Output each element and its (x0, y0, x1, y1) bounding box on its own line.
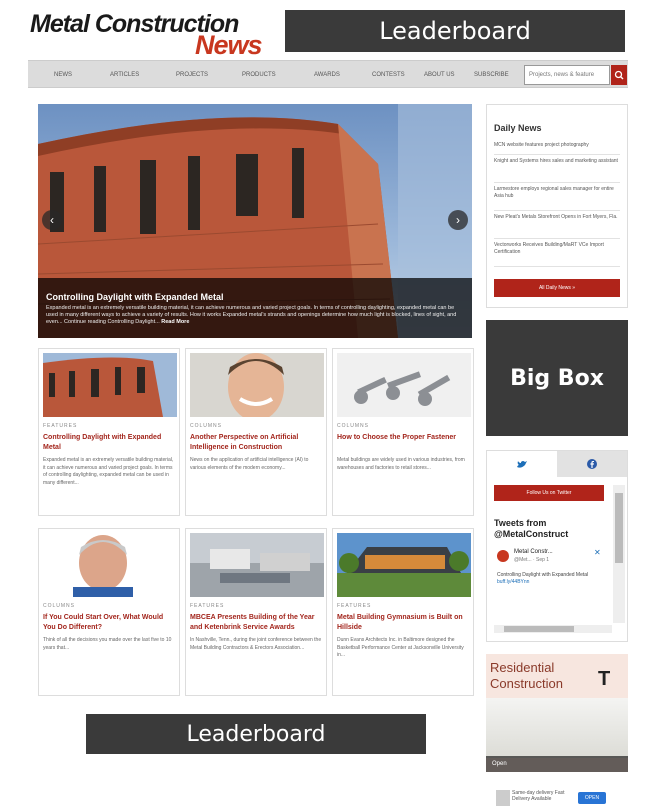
follow-twitter-button[interactable]: Follow Us on Twitter (494, 485, 604, 501)
article-category[interactable]: FEATURES (190, 603, 224, 609)
chevron-left-icon: ‹ (50, 213, 54, 227)
tweet-body: Controlling Daylight with Expanded Metal (497, 572, 589, 578)
logo-line-2: News (195, 30, 263, 60)
slider-next-button[interactable]: › (448, 210, 468, 230)
tweets-heading-line-2[interactable]: @MetalConstruct (494, 529, 568, 540)
big-box-ad[interactable]: Big Box (486, 320, 628, 436)
article-category[interactable]: FEATURES (337, 603, 371, 609)
nav-articles[interactable]: ARTICLES (110, 61, 139, 89)
article-image[interactable] (43, 353, 177, 417)
ad-logo-icon: T (598, 668, 611, 690)
leaderboard-ad-bottom[interactable]: Leaderboard (86, 714, 426, 754)
daily-news-item[interactable]: Larmestore employs regional sales manage… (494, 183, 620, 211)
tweet-author[interactable]: Metal Constr... (514, 549, 553, 555)
article-category[interactable]: COLUMNS (190, 423, 222, 429)
tweet-link[interactable]: buff.ly/44BYnn (497, 579, 593, 586)
ad-title-line-1: Residential (490, 660, 555, 675)
leaderboard-ad-top[interactable]: Leaderboard (285, 10, 625, 52)
hero-text: Expanded metal is an extremely versatile… (46, 305, 464, 326)
article-title[interactable]: Metal Building Gymnasium is Built on Hil… (337, 613, 469, 633)
article-card[interactable]: COLUMNS Another Perspective on Artificia… (185, 348, 327, 516)
article-category[interactable]: COLUMNS (43, 603, 75, 609)
vertical-scrollbar[interactable] (613, 485, 625, 623)
tab-twitter[interactable] (487, 451, 557, 477)
facebook-icon (587, 459, 597, 469)
article-card[interactable]: FEATURES MBCEA Presents Building of the … (185, 528, 327, 696)
daily-news-item[interactable]: Knight and Systems hires sales and marke… (494, 155, 620, 183)
article-title[interactable]: Another Perspective on Artificial Intell… (190, 433, 322, 453)
small-ad-button[interactable]: OPEN (578, 792, 606, 804)
all-daily-news-button[interactable]: All Daily News » (494, 279, 620, 297)
search-icon (614, 70, 624, 80)
tweet-handle: @Met... · Sep 1 (514, 557, 550, 563)
ad-open-button[interactable]: Open (486, 756, 628, 772)
search-input[interactable]: Projects, news & feature (524, 65, 610, 85)
daily-news-heading: Daily News (494, 123, 542, 133)
tweet-card[interactable]: Metal Constr... @Met... · Sep 1 ✕ Contro… (494, 546, 602, 616)
bird-icon (517, 461, 527, 468)
search-button[interactable] (611, 65, 627, 85)
nav-subscribe[interactable]: SUBSCRIBE (474, 61, 509, 89)
small-ad-text: Same-day delivery Fast Delivery Availabl… (512, 790, 565, 802)
article-image[interactable] (337, 533, 471, 597)
article-excerpt: Expanded metal is an extremely versatile… (43, 457, 174, 486)
article-image[interactable] (43, 533, 177, 597)
daily-news-widget: Daily News MCN website features project … (486, 104, 628, 308)
nav-news[interactable]: NEWS (54, 61, 72, 89)
nav-awards[interactable]: AWARDS (314, 61, 340, 89)
article-excerpt: News on the application of artificial in… (190, 457, 309, 471)
horizontal-scrollbar[interactable] (494, 625, 612, 633)
article-card[interactable]: COLUMNS If You Could Start Over, What Wo… (38, 528, 180, 696)
article-image[interactable] (190, 533, 324, 597)
social-tabs (487, 451, 627, 477)
article-title[interactable]: If You Could Start Over, What Would You … (43, 613, 175, 633)
daily-news-item[interactable]: New Pleat's Metals Storefront Opens in F… (494, 211, 620, 239)
article-image[interactable] (337, 353, 471, 417)
daily-news-item[interactable]: MCN website features project photography (494, 139, 620, 155)
article-excerpt: Dunn Evans Architects Inc. in Baltimore … (337, 637, 464, 658)
article-category[interactable]: FEATURES (43, 423, 77, 429)
hero-excerpt: Expanded metal is an extremely versatile… (46, 305, 457, 325)
avatar[interactable] (497, 550, 509, 562)
nav-about-us[interactable]: ABOUT US (424, 61, 455, 89)
residential-construction-ad[interactable]: Residential Construction T Open (486, 654, 628, 772)
tweets-heading-line-1: Tweets from (494, 518, 547, 528)
article-excerpt: Think of all the decisions you made over… (43, 637, 172, 651)
chevron-right-icon: › (456, 213, 460, 227)
article-image[interactable] (190, 353, 324, 417)
hero-title[interactable]: Controlling Daylight with Expanded Metal (46, 292, 464, 302)
article-card[interactable]: FEATURES Metal Building Gymnasium is Bui… (332, 528, 474, 696)
site-logo[interactable]: Metal Construction News (30, 8, 282, 60)
tweet-text: Controlling Daylight with Expanded Metal… (497, 572, 593, 586)
hero-read-more-link[interactable]: Read More (161, 319, 189, 325)
article-title[interactable]: Controlling Daylight with Expanded Metal (43, 433, 175, 453)
article-card[interactable]: COLUMNS How to Choose the Proper Fastene… (332, 348, 474, 516)
hero-caption: Controlling Daylight with Expanded Metal… (38, 278, 472, 338)
article-title[interactable]: MBCEA Presents Building of the Year and … (190, 613, 322, 633)
article-excerpt: In Nashville, Tenn., during the joint co… (190, 637, 322, 651)
tweets-heading: Tweets from @MetalConstruct (494, 518, 568, 540)
main-nav: NEWS ARTICLES PROJECTS PRODUCTS AWARDS C… (28, 60, 628, 88)
hero-slider[interactable]: ‹ › Controlling Daylight with Expanded M… (38, 104, 472, 338)
ad-image (486, 698, 628, 758)
nav-contests[interactable]: CONTESTS (372, 61, 405, 89)
social-widget: Follow Us on Twitter Tweets from @MetalC… (486, 450, 628, 642)
tab-facebook[interactable] (557, 451, 627, 477)
ad-title-line-2: Construction (490, 676, 563, 691)
scrollbar-thumb[interactable] (615, 493, 623, 563)
article-excerpt: Metal buildings are widely used in vario… (337, 457, 465, 471)
daily-news-item[interactable]: Vectorworks Receives Building/MaRT VCe I… (494, 239, 620, 267)
close-icon[interactable]: ✕ (594, 548, 601, 557)
slider-prev-button[interactable]: ‹ (42, 210, 62, 230)
article-category[interactable]: COLUMNS (337, 423, 369, 429)
small-ad[interactable]: Same-day delivery Fast Delivery Availabl… (496, 788, 612, 808)
ad-thumbnail (496, 790, 510, 806)
nav-products[interactable]: PRODUCTS (242, 61, 276, 89)
nav-projects[interactable]: PROJECTS (176, 61, 208, 89)
article-card[interactable]: FEATURES Controlling Daylight with Expan… (38, 348, 180, 516)
scrollbar-thumb[interactable] (504, 626, 574, 632)
article-title[interactable]: How to Choose the Proper Fastener (337, 433, 469, 443)
